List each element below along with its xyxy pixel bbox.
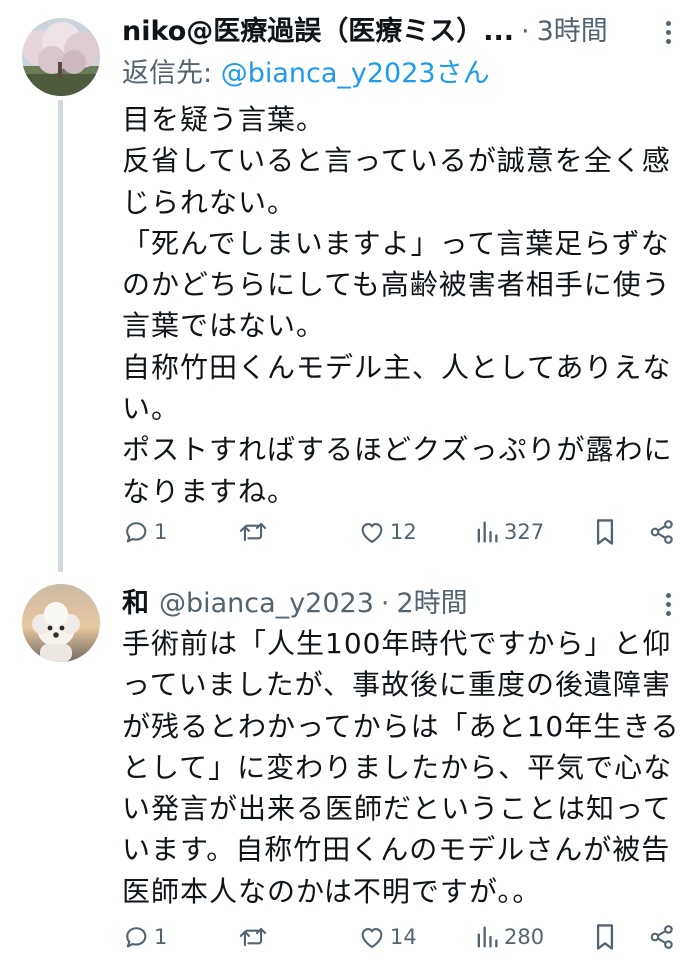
- repost-button[interactable]: [238, 917, 268, 957]
- thread-line: [58, 100, 63, 572]
- tweet-header: niko@医療過誤（医療ミス）... · 3時間: [122, 12, 640, 52]
- reply-count: 1: [154, 520, 168, 544]
- heart-icon: [361, 523, 383, 543]
- text-line: ポストすればするほどクズっぷりが露わに: [122, 433, 673, 467]
- text-line: 自称竹田くんモデル主、人としてありえな: [122, 350, 672, 384]
- text-line: なりますね。: [122, 474, 297, 508]
- text-line: 言葉ではない。: [122, 309, 326, 343]
- repost-button[interactable]: [238, 512, 268, 552]
- views-button[interactable]: 327: [474, 512, 544, 552]
- like-button[interactable]: 12: [358, 512, 417, 552]
- reply-button[interactable]: 1: [122, 917, 167, 957]
- like-button[interactable]: 14: [358, 917, 417, 957]
- tweet-header: 和 @bianca_y2023 · 2時間: [122, 584, 640, 624]
- text-line: じられない。: [122, 185, 297, 219]
- timestamp[interactable]: 3時間: [537, 12, 608, 52]
- share-button[interactable]: [648, 512, 676, 552]
- bookmark-icon: [596, 519, 614, 545]
- separator-dot: ·: [380, 588, 390, 619]
- more-vertical-icon[interactable]: [656, 584, 680, 624]
- tweet-text: 目を疑う言葉。 反省していると言っているが誠意を全く感 じられない。 「死んでし…: [122, 99, 692, 512]
- avatar[interactable]: [22, 18, 100, 96]
- reply-count: 1: [154, 925, 168, 949]
- view-count: 327: [504, 520, 545, 544]
- action-bar: 1 14 280: [122, 917, 682, 957]
- reply-context: 返信先: @bianca_y2023さん: [122, 54, 490, 94]
- heart-icon: [361, 928, 383, 948]
- reply-prefix: 返信先:: [122, 58, 221, 89]
- text-line: っていましたが、事故後に重度の後遺障害: [122, 668, 672, 702]
- share-icon: [650, 520, 673, 544]
- white-poodle-avatar-image: [22, 584, 100, 662]
- bar-chart-icon: [477, 521, 498, 543]
- action-bar: 1 12 327: [122, 512, 682, 552]
- text-line: 反省していると言っているが誠意を全く感: [122, 144, 671, 178]
- bar-chart-icon: [477, 926, 498, 948]
- text-line: として」に変わりましたから、平気で心な: [122, 750, 673, 784]
- text-line: 「死んでしまいますよ」って言葉足らずな: [122, 226, 670, 260]
- view-count: 280: [504, 925, 545, 949]
- author-handle[interactable]: @bianca_y2023: [159, 584, 374, 624]
- timestamp[interactable]: 2時間: [396, 584, 467, 624]
- text-line: 医師本人なのかは不明ですが。。: [122, 874, 542, 908]
- share-button[interactable]: [648, 917, 676, 957]
- reply-mention-link[interactable]: @bianca_y2023さん: [221, 58, 490, 89]
- tweet-text: 手術前は「人生100年時代ですから」と仰 っていましたが、事故後に重度の後遺障害…: [122, 623, 692, 912]
- bookmark-button[interactable]: [592, 512, 618, 552]
- views-button[interactable]: 280: [474, 917, 544, 957]
- comment-bubble-icon: [126, 927, 147, 948]
- avatar[interactable]: [22, 584, 100, 662]
- text-line: 手術前は「人生100年時代ですから」と仰: [122, 627, 672, 660]
- separator-dot: ·: [521, 16, 530, 47]
- comment-bubble-icon: [126, 522, 147, 543]
- author-name[interactable]: niko@医療過誤（医療ミス）...: [122, 12, 514, 52]
- text-line: い発言が出来る医師だということは知って: [122, 792, 672, 826]
- author-name[interactable]: 和: [122, 584, 149, 624]
- text-line: 目を疑う言葉。: [122, 103, 326, 136]
- text-line: が残るとわかってからは「あと10年生きる: [122, 709, 680, 743]
- tweet[interactable]: 和 @bianca_y2023 · 2時間 手術前は「人生100年時代ですから」…: [0, 572, 700, 972]
- text-line: い。: [122, 392, 181, 426]
- like-count: 14: [390, 925, 417, 949]
- repost-arrows-icon: [239, 522, 267, 542]
- text-line: います。自称竹田くんのモデルさんが被告: [122, 833, 671, 867]
- repost-arrows-icon: [239, 927, 267, 947]
- bookmark-button[interactable]: [592, 917, 618, 957]
- tweet[interactable]: niko@医療過誤（医療ミス）... · 3時間 返信先: @bianca_y2…: [0, 0, 700, 572]
- like-count: 12: [390, 520, 417, 544]
- bookmark-icon: [596, 924, 614, 950]
- more-vertical-icon[interactable]: [656, 12, 680, 52]
- cherry-blossom-avatar-image: [22, 18, 100, 96]
- text-line: のかどちらにしても高齢被害者相手に使う: [122, 268, 671, 302]
- reply-button[interactable]: 1: [122, 512, 167, 552]
- share-icon: [650, 925, 673, 949]
